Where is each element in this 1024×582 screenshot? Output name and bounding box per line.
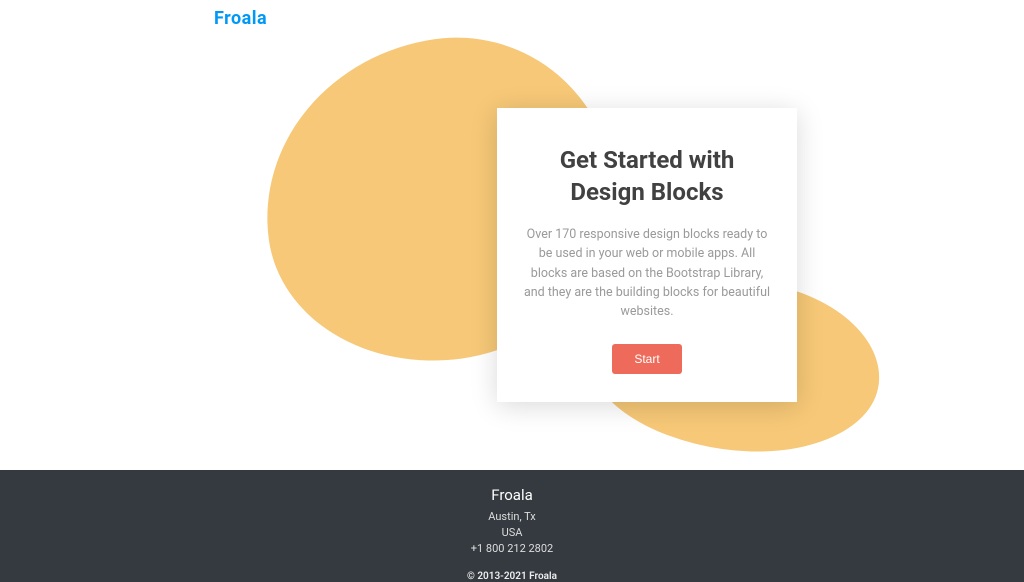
footer-brand: Froala [0, 486, 1024, 504]
footer-country: USA [0, 526, 1024, 539]
site-footer: Froala Austin, Tx USA +1 800 212 2802 © … [0, 470, 1024, 582]
start-button[interactable]: Start [612, 344, 681, 374]
footer-copyright: © 2013-2021 Froala [0, 571, 1024, 582]
footer-city: Austin, Tx [0, 510, 1024, 523]
hero-card: Get Started with Design Blocks Over 170 … [497, 108, 797, 402]
footer-phone: +1 800 212 2802 [0, 542, 1024, 555]
brand-logo[interactable]: Froala [214, 8, 267, 29]
hero-description: Over 170 responsive design blocks ready … [521, 225, 773, 322]
hero-title: Get Started with Design Blocks [521, 144, 773, 209]
